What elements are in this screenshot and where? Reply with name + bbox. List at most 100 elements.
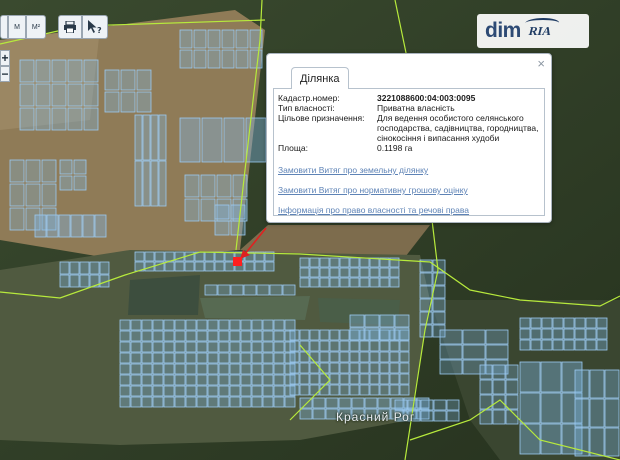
land-parcel[interactable]	[41, 183, 57, 207]
land-parcel[interactable]	[432, 298, 446, 312]
land-parcel[interactable]	[82, 214, 95, 238]
land-parcel[interactable]	[389, 267, 400, 278]
tab-parcel[interactable]: Ділянка	[291, 67, 349, 89]
land-parcel[interactable]	[604, 398, 620, 428]
land-parcel[interactable]	[574, 339, 586, 351]
land-parcel[interactable]	[120, 91, 136, 113]
land-parcel[interactable]	[273, 330, 285, 342]
land-parcel[interactable]	[359, 257, 370, 268]
land-parcel[interactable]	[51, 107, 67, 131]
land-parcel[interactable]	[163, 330, 175, 342]
measure-area-button[interactable]: M²	[26, 15, 46, 39]
land-parcel[interactable]	[262, 352, 274, 364]
land-parcel[interactable]	[530, 339, 542, 351]
land-parcel[interactable]	[339, 277, 350, 288]
land-parcel[interactable]	[193, 29, 207, 49]
land-parcel[interactable]	[119, 385, 131, 397]
land-parcel[interactable]	[349, 351, 360, 363]
land-parcel[interactable]	[359, 373, 370, 385]
land-parcel[interactable]	[207, 352, 219, 364]
land-parcel[interactable]	[389, 351, 400, 363]
land-parcel[interactable]	[399, 384, 410, 396]
land-parcel[interactable]	[174, 385, 186, 397]
land-parcel[interactable]	[207, 49, 221, 69]
land-parcel[interactable]	[419, 285, 433, 299]
land-parcel[interactable]	[119, 319, 131, 331]
land-parcel[interactable]	[319, 267, 330, 278]
order-valuation-extract-link[interactable]: Замовити Витяг про нормативну грошову оц…	[278, 185, 540, 195]
land-parcel[interactable]	[152, 385, 164, 397]
land-parcel[interactable]	[150, 160, 159, 207]
land-parcel[interactable]	[269, 284, 283, 296]
land-parcel[interactable]	[319, 340, 330, 352]
land-parcel[interactable]	[299, 267, 310, 278]
land-parcel[interactable]	[319, 351, 330, 363]
land-parcel[interactable]	[339, 384, 350, 396]
land-parcel[interactable]	[299, 257, 310, 268]
land-parcel[interactable]	[589, 369, 605, 399]
land-parcel[interactable]	[299, 408, 313, 420]
land-parcel[interactable]	[174, 363, 186, 375]
land-parcel[interactable]	[394, 314, 410, 328]
zoom-out-button[interactable]: −	[0, 66, 10, 82]
land-parcel[interactable]	[185, 374, 197, 386]
land-parcel[interactable]	[141, 330, 153, 342]
land-parcel[interactable]	[585, 317, 597, 329]
land-parcel[interactable]	[462, 344, 486, 360]
land-parcel[interactable]	[46, 214, 59, 238]
land-parcel[interactable]	[207, 341, 219, 353]
land-parcel[interactable]	[420, 410, 434, 422]
land-parcel[interactable]	[89, 261, 100, 275]
land-parcel[interactable]	[439, 329, 463, 345]
land-parcel[interactable]	[359, 351, 370, 363]
land-parcel[interactable]	[214, 251, 225, 262]
land-parcel[interactable]	[349, 327, 365, 341]
land-parcel[interactable]	[273, 319, 285, 331]
land-parcel[interactable]	[309, 277, 320, 288]
land-parcel[interactable]	[141, 385, 153, 397]
land-parcel[interactable]	[174, 374, 186, 386]
land-parcel[interactable]	[130, 352, 142, 364]
land-parcel[interactable]	[319, 362, 330, 374]
land-parcel[interactable]	[339, 373, 350, 385]
land-parcel[interactable]	[585, 328, 597, 340]
land-parcel[interactable]	[349, 340, 360, 352]
land-parcel[interactable]	[273, 363, 285, 375]
land-parcel[interactable]	[73, 175, 87, 191]
land-parcel[interactable]	[218, 330, 230, 342]
land-parcel[interactable]	[251, 319, 263, 331]
land-parcel[interactable]	[329, 340, 340, 352]
land-parcel[interactable]	[589, 427, 605, 457]
land-parcel[interactable]	[224, 261, 235, 272]
land-parcel[interactable]	[519, 423, 541, 455]
land-parcel[interactable]	[218, 319, 230, 331]
land-parcel[interactable]	[174, 330, 186, 342]
land-parcel[interactable]	[99, 261, 110, 275]
land-parcel[interactable]	[349, 362, 360, 374]
land-parcel[interactable]	[69, 261, 80, 275]
land-parcel[interactable]	[163, 341, 175, 353]
land-parcel[interactable]	[130, 396, 142, 408]
land-parcel[interactable]	[130, 330, 142, 342]
land-parcel[interactable]	[207, 363, 219, 375]
land-parcel[interactable]	[207, 396, 219, 408]
land-parcel[interactable]	[34, 214, 47, 238]
land-parcel[interactable]	[193, 49, 207, 69]
order-land-extract-link[interactable]: Замовити Витяг про земельну ділянку	[278, 165, 540, 175]
land-parcel[interactable]	[339, 257, 350, 268]
land-parcel[interactable]	[218, 396, 230, 408]
land-parcel[interactable]	[244, 261, 255, 272]
land-parcel[interactable]	[141, 352, 153, 364]
land-parcel[interactable]	[141, 363, 153, 375]
land-parcel[interactable]	[299, 329, 310, 341]
land-parcel[interactable]	[264, 261, 275, 272]
land-parcel[interactable]	[25, 159, 41, 183]
land-parcel[interactable]	[119, 396, 131, 408]
land-parcel[interactable]	[174, 341, 186, 353]
land-parcel[interactable]	[134, 251, 145, 262]
land-parcel[interactable]	[196, 319, 208, 331]
land-parcel[interactable]	[541, 339, 553, 351]
land-parcel[interactable]	[574, 398, 590, 428]
land-parcel[interactable]	[142, 114, 151, 161]
land-parcel[interactable]	[94, 214, 107, 238]
